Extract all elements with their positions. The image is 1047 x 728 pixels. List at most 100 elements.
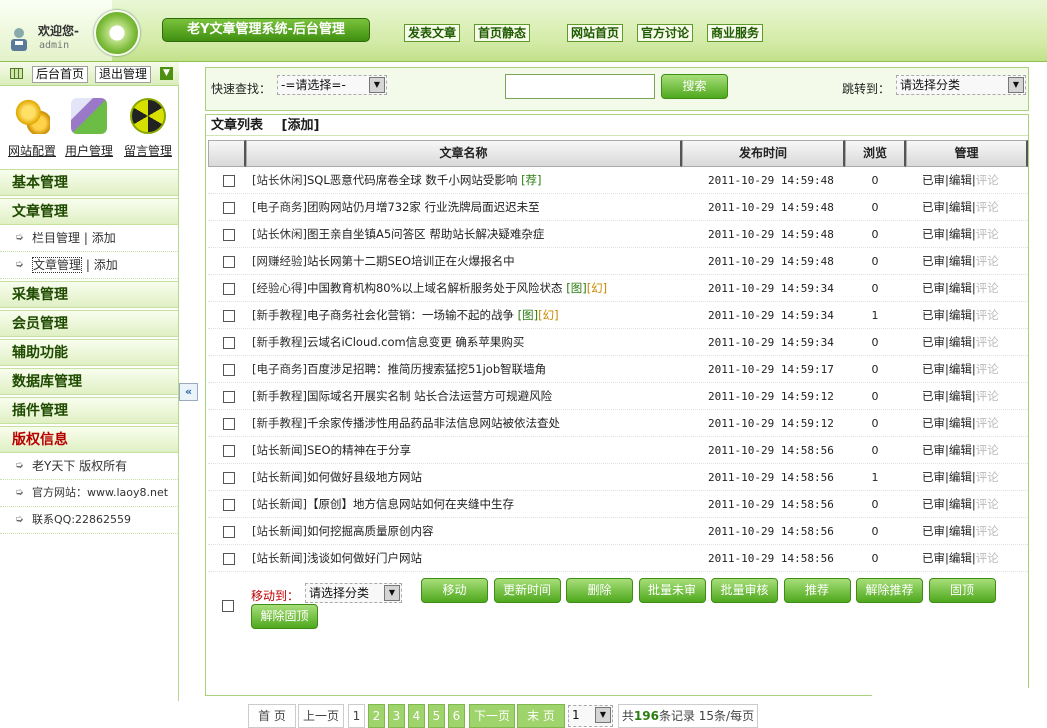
comment-link[interactable]: 评论: [976, 524, 999, 538]
article-title-link[interactable]: [电子商务]百度涉足招聘：推简历搜索猛挖51job智联墙角: [252, 356, 546, 383]
approve-link[interactable]: 已审: [922, 551, 945, 565]
comment-link[interactable]: 评论: [976, 362, 999, 376]
approve-link[interactable]: 已审: [922, 281, 945, 295]
row-checkbox[interactable]: [223, 283, 235, 295]
quick-user-management[interactable]: 用户管理: [64, 98, 114, 159]
recommend-button[interactable]: 推荐: [783, 578, 851, 603]
page-last[interactable]: 末 页: [517, 704, 565, 728]
batch-unapprove-button[interactable]: 批量未审: [638, 578, 706, 603]
row-checkbox[interactable]: [223, 391, 235, 403]
article-category[interactable]: [站长新闻]: [252, 551, 307, 565]
approve-link[interactable]: 已审: [922, 389, 945, 403]
edit-link[interactable]: 编辑: [949, 443, 972, 457]
article-category[interactable]: [站长新闻]: [252, 470, 307, 484]
unrecommend-button[interactable]: 解除推荐: [856, 578, 923, 603]
edit-link[interactable]: 编辑: [949, 308, 972, 322]
approve-link[interactable]: 已审: [922, 470, 945, 484]
collapse-sidebar-icon[interactable]: «: [179, 383, 198, 401]
comment-link[interactable]: 评论: [976, 173, 999, 187]
edit-link[interactable]: 编辑: [949, 335, 972, 349]
nav-official-forum[interactable]: 官方讨论: [637, 24, 694, 42]
select-all-checkbox[interactable]: [222, 600, 234, 612]
article-category[interactable]: [新手教程]: [252, 389, 307, 403]
move-category-select[interactable]: 请选择分类 ▼: [305, 583, 402, 603]
article-title[interactable]: 百度涉足招聘：推简历搜索猛挖51job智联墙角: [307, 362, 546, 376]
pin-button[interactable]: 固顶: [928, 578, 996, 603]
edit-link[interactable]: 编辑: [949, 551, 972, 565]
search-input[interactable]: [505, 74, 655, 99]
article-title[interactable]: 如何做好县级地方网站: [307, 470, 422, 484]
arrow-down-icon[interactable]: ▼: [160, 67, 173, 80]
comment-link[interactable]: 评论: [976, 200, 999, 214]
article-category[interactable]: [站长新闻]: [252, 443, 307, 457]
comment-link[interactable]: 评论: [976, 335, 999, 349]
article-title[interactable]: 站长网第十二期SEO培训正在火爆报名中: [307, 254, 515, 268]
unpin-button[interactable]: 解除固顶: [251, 604, 318, 629]
row-checkbox[interactable]: [223, 472, 235, 484]
row-checkbox[interactable]: [223, 553, 235, 565]
page-number[interactable]: 5: [428, 704, 445, 728]
approve-link[interactable]: 已审: [922, 497, 945, 511]
page-jump-select[interactable]: 1 ▼: [568, 705, 613, 727]
edit-link[interactable]: 编辑: [949, 497, 972, 511]
article-category[interactable]: [站长新闻]: [252, 524, 307, 538]
copyright-website[interactable]: 官方网站：www.laoy8.net: [0, 480, 178, 507]
article-title[interactable]: 图王亲自坐镇A5问答区 帮助站长解决疑难杂症: [307, 227, 544, 241]
approve-link[interactable]: 已审: [922, 362, 945, 376]
article-title[interactable]: SQL恶意代码席卷全球 数千小网站受影响: [307, 173, 517, 187]
article-category[interactable]: [网赚经验]: [252, 254, 307, 268]
article-title[interactable]: 国际域名开展实名制 站长合法运营方可规避风险: [307, 389, 552, 403]
article-category[interactable]: [新手教程]: [252, 416, 307, 430]
logout-button[interactable]: 退出管理: [95, 66, 152, 83]
article-title-link[interactable]: [网赚经验]站长网第十二期SEO培训正在火爆报名中: [252, 248, 515, 275]
article-category[interactable]: [新手教程]: [252, 308, 307, 322]
move-button[interactable]: 移动: [421, 578, 488, 603]
section-collect[interactable]: 采集管理: [0, 281, 178, 308]
section-plugin[interactable]: 插件管理: [0, 397, 178, 424]
article-category[interactable]: [站长休闲]: [252, 227, 307, 241]
edit-link[interactable]: 编辑: [949, 389, 972, 403]
batch-approve-button[interactable]: 批量审核: [711, 578, 778, 603]
comment-link[interactable]: 评论: [976, 254, 999, 268]
article-title[interactable]: 千余家传播涉性用品药品非法信息网站被依法查处: [307, 416, 560, 430]
row-checkbox[interactable]: [223, 202, 235, 214]
article-title-link[interactable]: [站长新闻]浅谈如何做好门户网站: [252, 545, 422, 572]
delete-button[interactable]: 删除: [566, 578, 633, 603]
page-next[interactable]: 下一页: [469, 704, 515, 728]
row-checkbox[interactable]: [223, 175, 235, 187]
section-auxiliary[interactable]: 辅助功能: [0, 339, 178, 366]
page-number[interactable]: 6: [448, 704, 465, 728]
page-number[interactable]: 3: [388, 704, 405, 728]
comment-link[interactable]: 评论: [976, 551, 999, 565]
admin-home-button[interactable]: 后台首页: [32, 66, 89, 83]
edit-link[interactable]: 编辑: [949, 416, 972, 430]
nav-post-article[interactable]: 发表文章: [404, 24, 461, 42]
section-database[interactable]: 数据库管理: [0, 368, 178, 395]
article-title-link[interactable]: [站长休闲]图王亲自坐镇A5问答区 帮助站长解决疑难杂症: [252, 221, 544, 248]
article-title[interactable]: 团购网站仍月增732家 行业洗牌局面迟迟未至: [307, 200, 540, 214]
article-title-link[interactable]: [站长新闻]如何挖掘高质量原创内容: [252, 518, 433, 545]
article-title[interactable]: 云域名iCloud.com信息变更 确系苹果购买: [307, 335, 524, 349]
approve-link[interactable]: 已审: [922, 173, 945, 187]
comment-link[interactable]: 评论: [976, 281, 999, 295]
row-checkbox[interactable]: [223, 418, 235, 430]
article-title[interactable]: 如何挖掘高质量原创内容: [307, 524, 434, 538]
section-member[interactable]: 会员管理: [0, 310, 178, 337]
edit-link[interactable]: 编辑: [949, 227, 972, 241]
approve-link[interactable]: 已审: [922, 416, 945, 430]
sidebar-item-label[interactable]: 文章管理: [32, 257, 83, 273]
article-category[interactable]: [电子商务]: [252, 362, 307, 376]
article-title[interactable]: SEO的精神在于分享: [307, 443, 411, 457]
approve-link[interactable]: 已审: [922, 308, 945, 322]
article-title[interactable]: 电子商务社会化营销：一场输不起的战争: [307, 308, 514, 322]
search-button[interactable]: 搜索: [661, 74, 728, 99]
nav-site-home[interactable]: 网站首页: [567, 24, 624, 42]
page-number[interactable]: 4: [408, 704, 425, 728]
row-checkbox[interactable]: [223, 526, 235, 538]
comment-link[interactable]: 评论: [976, 470, 999, 484]
row-checkbox[interactable]: [223, 445, 235, 457]
quick-site-config[interactable]: 网站配置: [7, 98, 57, 159]
article-category[interactable]: [站长休闲]: [252, 173, 307, 187]
article-title[interactable]: 浅谈如何做好门户网站: [307, 551, 422, 565]
sidebar-item-category[interactable]: 栏目管理 | 添加: [0, 225, 178, 252]
